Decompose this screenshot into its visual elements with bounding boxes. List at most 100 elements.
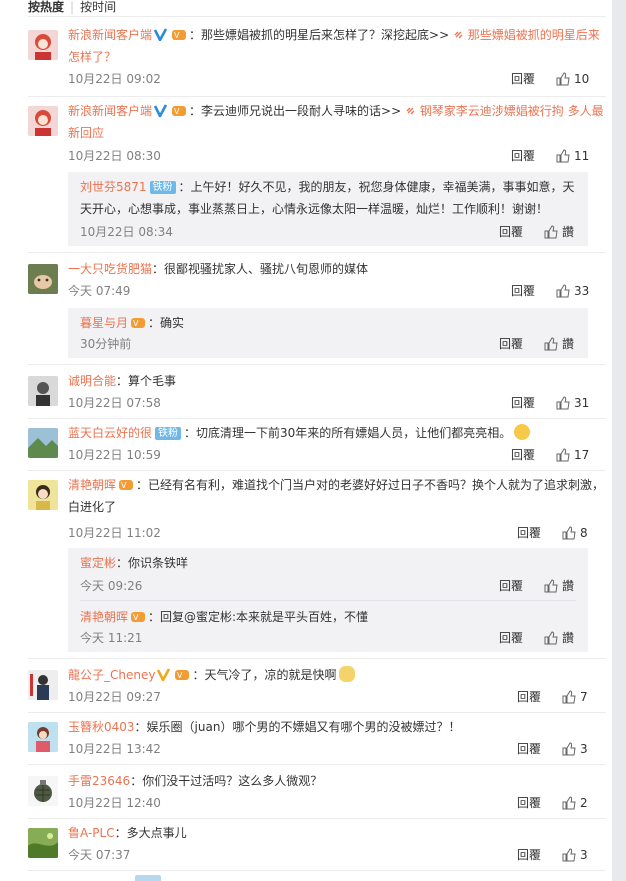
sort-by-time[interactable]: 按时间 (80, 0, 116, 14)
reply-button[interactable]: 回覆 (517, 795, 541, 811)
username[interactable]: 清艳朝晖 (80, 610, 128, 624)
like-button[interactable]: 讚 (544, 630, 574, 646)
like-label: 讚 (562, 225, 575, 239)
reply-button[interactable]: 回覆 (499, 630, 523, 646)
username[interactable]: 蓝天白云好的很 (68, 426, 152, 440)
divider (28, 470, 606, 471)
reply-button[interactable]: 回覆 (511, 71, 535, 87)
avatar[interactable] (28, 670, 58, 700)
username[interactable]: 新浪新闻客户端 (68, 28, 152, 42)
username[interactable]: 暮星与月 (80, 316, 128, 330)
like-button[interactable]: 11 (556, 148, 589, 164)
avatar[interactable] (28, 828, 58, 858)
divider (28, 712, 606, 713)
username[interactable]: 鲁A-PLC (68, 826, 115, 840)
username[interactable]: 新浪新闻客户端 (68, 104, 152, 118)
like-button[interactable]: 2 (562, 795, 588, 811)
username[interactable]: 玉簪秋0403 (68, 720, 135, 734)
laugh-emoji-icon (514, 424, 531, 440)
sort-by-hot[interactable]: 按热度 (28, 0, 64, 14)
like-button[interactable]: 讚 (544, 578, 574, 594)
comment-text: 手雷23646：你们没干过活吗？这么多人微观？ (68, 770, 608, 792)
thumb-up-icon (556, 149, 570, 163)
divider (28, 658, 606, 659)
like-button[interactable]: 17 (556, 447, 589, 463)
like-label: 讚 (562, 631, 575, 645)
username[interactable]: 龍公子_Cheney (68, 668, 155, 682)
reply-button[interactable]: 回覆 (499, 224, 523, 240)
reply-button[interactable]: 回覆 (517, 525, 541, 541)
like-button[interactable]: 讚 (544, 224, 574, 240)
reply-text: 暮星与月 V ：确实 (80, 312, 580, 334)
comment-item: 一大只吃货肥猫：很鄙视骚扰家人、骚扰八旬恩师的媒体 今天 07:49 回覆 33 (28, 258, 606, 298)
comment-text: 玉簪秋0403：娱乐圈（juan）哪个男的不嫖娼又有哪个男的没被嫖过？！ (68, 716, 608, 738)
verified-v-icon (154, 104, 168, 117)
reply-time: 10月22日 08:34 (80, 225, 173, 239)
reply-body: ：确实 (148, 316, 185, 330)
like-button[interactable]: 10 (556, 71, 589, 87)
like-button[interactable]: 7 (562, 689, 588, 705)
member-crown-icon: V (131, 318, 146, 328)
comment-body: ：多大点事儿 (114, 826, 187, 840)
avatar[interactable] (28, 428, 58, 458)
divider (28, 364, 606, 365)
svg-text:V: V (177, 671, 183, 680)
avatar[interactable] (28, 264, 58, 294)
like-count: 10 (574, 72, 590, 86)
reply-button[interactable]: 回覆 (511, 395, 535, 411)
like-count: 17 (574, 448, 590, 462)
comment-text: 龍公子_Cheney V ：天气冷了，凉的就是快啊 (68, 664, 608, 686)
like-count: 8 (580, 526, 588, 540)
username[interactable]: 刘世芬5871 (80, 180, 147, 194)
comment-body: ：很鄙视骚扰家人、骚扰八旬恩师的媒体 (152, 262, 369, 276)
reply-time: 今天 09:26 (80, 579, 143, 593)
like-button[interactable]: 3 (562, 741, 588, 757)
comment-time: 10月22日 11:02 (68, 526, 161, 540)
like-button[interactable]: 3 (562, 847, 588, 863)
username[interactable]: 诚明合能 (68, 374, 116, 388)
thumb-up-icon (556, 448, 570, 462)
avatar[interactable] (28, 480, 58, 510)
avatar[interactable] (28, 722, 58, 752)
svg-text:V: V (133, 613, 139, 622)
like-button[interactable]: 讚 (544, 336, 574, 352)
avatar[interactable] (28, 376, 58, 406)
reply-button[interactable]: 回覆 (511, 148, 535, 164)
comment-item: 新浪新闻客户端 V ：那些嫖娼被抓的明星后来怎样了？深挖起底>> 那些嫖娼被抓的明星… (28, 24, 606, 94)
comment-item: 龍公子_Cheney V ：天气冷了，凉的就是快啊 10月22日 09:27 回覆 … (28, 664, 606, 706)
svg-text:V: V (133, 319, 139, 328)
comment-time: 今天 07:49 (68, 284, 131, 298)
reply-button[interactable]: 回覆 (511, 283, 535, 299)
reply-button[interactable]: 回覆 (511, 447, 535, 463)
username[interactable]: 清艳朝晖 (68, 478, 116, 492)
comment-time: 10月22日 09:02 (68, 72, 161, 86)
username[interactable]: 手雷23646 (68, 774, 130, 788)
username[interactable]: 一大只吃货肥猫 (68, 262, 152, 276)
link-icon (454, 31, 463, 39)
avatar[interactable] (28, 776, 58, 806)
like-button[interactable]: 33 (556, 283, 589, 299)
comment-text: 新浪新闻客户端 V ：那些嫖娼被抓的明星后来怎样了？深挖起底>> 那些嫖娼被抓的明星… (68, 24, 608, 68)
like-button[interactable]: 31 (556, 395, 589, 411)
reply-button[interactable]: 回覆 (517, 847, 541, 863)
like-count: 7 (580, 690, 588, 704)
reply-button[interactable]: 回覆 (517, 741, 541, 757)
thumb-up-icon (544, 225, 558, 239)
avatar[interactable] (28, 106, 58, 136)
reply-time: 今天 11:21 (80, 631, 143, 645)
like-button[interactable]: 8 (562, 525, 588, 541)
comment-item: 手雷23646：你们没干过活吗？这么多人微观？ 10月22日 12:40 回覆 … (28, 770, 606, 812)
reply-button[interactable]: 回覆 (517, 689, 541, 705)
reply-text: 蜜定彬：你识条铁咩 (80, 552, 580, 574)
divider (28, 870, 606, 871)
scrollbar-track[interactable] (612, 0, 626, 881)
comment-time: 10月22日 08:30 (68, 149, 161, 163)
username[interactable]: 蜜定彬 (80, 556, 116, 570)
thumb-up-icon (562, 690, 576, 704)
avatar[interactable] (28, 30, 58, 60)
reply-button[interactable]: 回覆 (499, 336, 523, 352)
like-count: 33 (574, 284, 590, 298)
verified-v-icon (154, 28, 168, 41)
reply-button[interactable]: 回覆 (499, 578, 523, 594)
comment-item: 清艳朝晖 V ：已经有名有利，难道找个门当户对的老婆好好过日子不香吗？换个人就为了追… (28, 474, 606, 544)
